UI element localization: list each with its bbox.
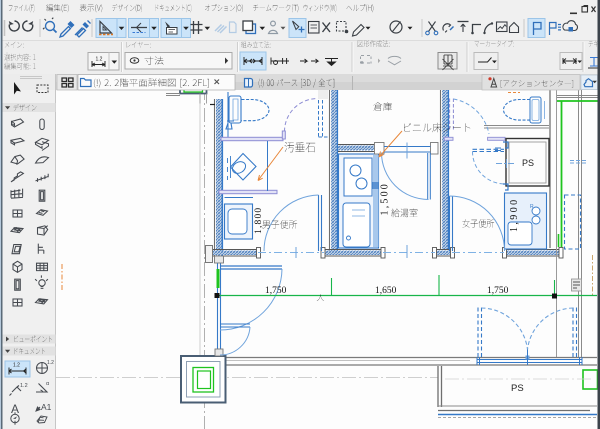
svg-text:A1: A1 (41, 402, 52, 412)
svg-text:1.2: 1.2 (13, 363, 20, 369)
svg-text:α: α (46, 381, 50, 387)
svg-text:1.2: 1.2 (96, 57, 103, 63)
svg-text:1.2: 1.2 (20, 383, 28, 389)
svg-text:1.2: 1.2 (47, 360, 54, 366)
